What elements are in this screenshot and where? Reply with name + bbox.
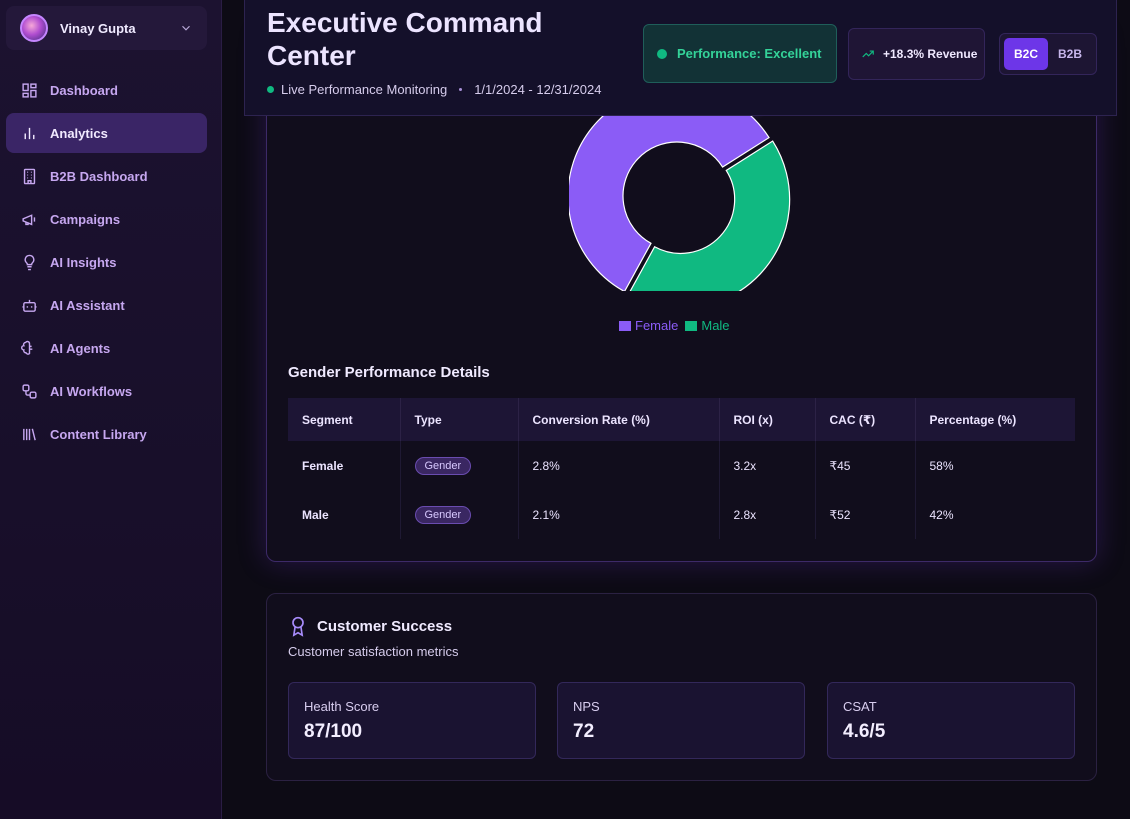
- workflow-icon: [22, 383, 37, 399]
- sidebar-item-ai-agents[interactable]: AI Agents: [6, 328, 207, 368]
- bar-chart-icon: [24, 127, 35, 139]
- performance-badge: Performance: Excellent: [643, 24, 837, 83]
- sidebar-item-campaigns[interactable]: Campaigns: [6, 199, 207, 239]
- chevron-down-icon: [182, 25, 190, 31]
- header-subline: Live Performance Monitoring 1/1/2024 - 1…: [267, 82, 601, 97]
- segment-b2b-button[interactable]: B2B: [1048, 38, 1092, 70]
- award-icon: [292, 616, 304, 637]
- cell-conversion: 2.1%: [518, 490, 720, 539]
- sidebar-item-label: Campaigns: [50, 211, 121, 227]
- sidebar-item-label: AI Insights: [50, 254, 117, 270]
- brain-icon: [21, 340, 33, 355]
- legend-item-female[interactable]: Female: [619, 318, 678, 333]
- live-label: Live Performance Monitoring: [281, 82, 448, 97]
- metric-label: CSAT: [843, 699, 877, 714]
- cell-percentage: 58%: [929, 458, 954, 473]
- legend-swatch: [685, 320, 698, 331]
- date-range: 1/1/2024 - 12/31/2024: [474, 82, 602, 97]
- sidebar-item-label: Dashboard: [50, 82, 118, 98]
- cell-conversion: 2.8%: [518, 441, 720, 490]
- building-icon: [23, 168, 36, 184]
- sidebar-item-label: AI Agents: [50, 340, 111, 356]
- customer-success-card: Customer Success Customer satisfaction m…: [266, 593, 1097, 781]
- sidebar-item-label: AI Workflows: [50, 383, 133, 399]
- megaphone-icon: [22, 213, 36, 226]
- sidebar: Vinay Gupta Dashboard Analytics B2B Dash…: [0, 0, 222, 819]
- gender-donut-chart: [569, 111, 791, 291]
- user-menu[interactable]: Vinay Gupta: [6, 6, 207, 50]
- page-title: Executive Command Center: [267, 7, 543, 71]
- metric-value: 72: [573, 721, 595, 742]
- bot-icon: [22, 299, 37, 312]
- cell-segment: Female: [288, 441, 401, 490]
- section-title: Customer Success: [317, 617, 453, 635]
- sidebar-item-ai-assistant[interactable]: AI Assistant: [6, 285, 207, 325]
- legend-swatch: [619, 320, 631, 331]
- revenue-change: +18.3% Revenue: [883, 46, 978, 61]
- cell-cac: ₹45: [815, 441, 916, 490]
- cell-type: Gender: [400, 490, 519, 539]
- cell-type: Gender: [400, 441, 519, 490]
- sidebar-item-label: AI Assistant: [50, 297, 125, 313]
- column-header[interactable]: Type: [400, 398, 519, 441]
- page-header: Executive Command Center Live Performanc…: [244, 0, 1117, 116]
- sidebar-item-content-library[interactable]: Content Library: [6, 414, 207, 454]
- section-subtitle: Customer satisfaction metrics: [288, 644, 459, 659]
- table-header-row: Segment Type Conversion Rate (%) ROI (x)…: [288, 398, 1075, 441]
- table-row: Female Gender 2.8% 3.2x ₹45 58%: [288, 441, 1075, 490]
- column-header[interactable]: CAC (₹): [815, 398, 916, 441]
- sidebar-item-label: Content Library: [50, 426, 147, 442]
- cell-cac: ₹52: [815, 490, 916, 539]
- customer-success-header: Customer Success: [288, 615, 452, 637]
- chart-legend: Female Male: [619, 318, 737, 333]
- revenue-badge: +18.3% Revenue: [848, 28, 985, 80]
- cell-percentage: 42%: [929, 507, 954, 522]
- live-indicator-icon: [267, 86, 274, 93]
- trending-up-icon: [862, 50, 874, 58]
- metric-card-nps: NPS 72: [557, 682, 805, 759]
- metric-card-csat: CSAT 4.6/5: [827, 682, 1075, 759]
- column-header[interactable]: Segment: [288, 398, 401, 441]
- column-header[interactable]: Conversion Rate (%): [518, 398, 720, 441]
- avatar: [20, 14, 48, 42]
- sidebar-item-label: Analytics: [50, 125, 108, 141]
- sidebar-item-dashboard[interactable]: Dashboard: [6, 70, 207, 110]
- metric-label: Health Score: [304, 699, 380, 714]
- sidebar-item-b2b-dashboard[interactable]: B2B Dashboard: [6, 156, 207, 196]
- metric-label: NPS: [573, 699, 600, 714]
- column-header[interactable]: ROI (x): [719, 398, 816, 441]
- cell-segment: Male: [288, 490, 401, 539]
- gender-performance-table: Segment Type Conversion Rate (%) ROI (x)…: [288, 398, 1075, 539]
- type-badge: Gender: [414, 456, 472, 475]
- legend-label: Male: [701, 318, 730, 333]
- legend-label: Female: [635, 318, 679, 333]
- library-icon: [23, 428, 36, 440]
- column-header[interactable]: Percentage (%): [915, 398, 1075, 441]
- status-dot-icon: [657, 48, 667, 59]
- sidebar-item-ai-workflows[interactable]: AI Workflows: [6, 371, 207, 411]
- cell-roi: 3.2x: [719, 441, 816, 490]
- donut-slice-male[interactable]: [628, 140, 791, 291]
- sidebar-item-analytics[interactable]: Analytics: [6, 113, 207, 153]
- cell-roi: 2.8x: [719, 490, 816, 539]
- performance-label: Performance: Excellent: [677, 46, 822, 61]
- segment-toggle: B2C B2B: [999, 33, 1097, 75]
- metric-value: 87/100: [304, 721, 363, 742]
- sidebar-item-label: B2B Dashboard: [50, 168, 148, 184]
- metric-card-health-score: Health Score 87/100: [288, 682, 536, 759]
- sidebar-nav: Dashboard Analytics B2B Dashboard Campai…: [6, 70, 207, 457]
- dashboard-icon: [22, 82, 37, 98]
- main-content: Executive Command Center Live Performanc…: [222, 0, 1130, 819]
- section-title: Gender Performance Details: [288, 364, 490, 381]
- metric-value: 4.6/5: [843, 721, 886, 742]
- sidebar-item-ai-insights[interactable]: AI Insights: [6, 242, 207, 282]
- user-name: Vinay Gupta: [60, 20, 136, 36]
- lightbulb-icon: [24, 254, 35, 270]
- segment-b2c-button[interactable]: B2C: [1004, 38, 1048, 70]
- type-badge: Gender: [414, 505, 472, 524]
- separator-dot-icon: [459, 88, 463, 91]
- legend-item-male[interactable]: Male: [685, 318, 730, 333]
- table-row: Male Gender 2.1% 2.8x ₹52 42%: [288, 490, 1075, 539]
